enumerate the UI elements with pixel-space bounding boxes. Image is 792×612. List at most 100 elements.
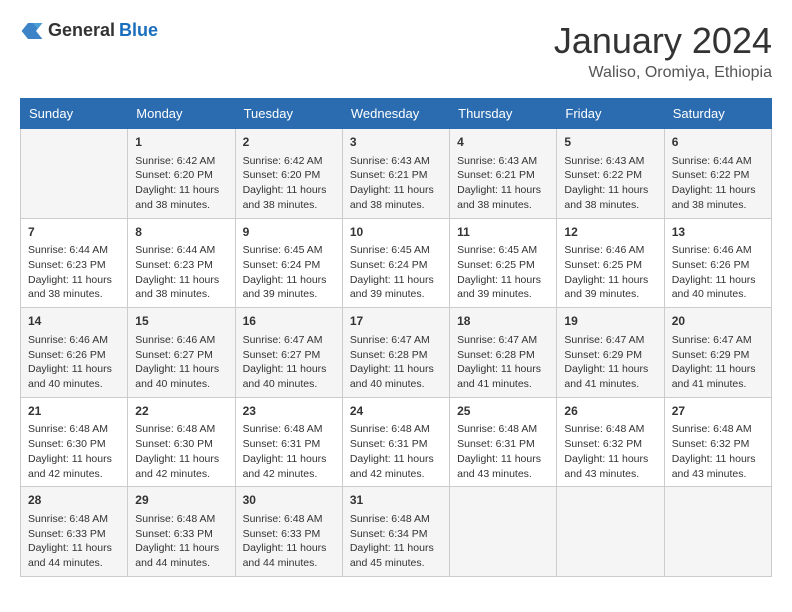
day-info: Sunrise: 6:46 AM Sunset: 6:27 PM Dayligh… bbox=[135, 333, 227, 392]
day-info: Sunrise: 6:48 AM Sunset: 6:33 PM Dayligh… bbox=[135, 512, 227, 571]
day-number: 26 bbox=[564, 403, 656, 420]
logo-icon bbox=[20, 21, 44, 41]
logo-general: General bbox=[48, 20, 115, 41]
calendar-cell: 8 Sunrise: 6:44 AM Sunset: 6:23 PM Daylig… bbox=[128, 218, 235, 308]
calendar-table: SundayMondayTuesdayWednesdayThursdayFrid… bbox=[20, 98, 772, 577]
day-info: Sunrise: 6:47 AM Sunset: 6:29 PM Dayligh… bbox=[672, 333, 764, 392]
calendar-week-row: 1 Sunrise: 6:42 AM Sunset: 6:20 PM Daylig… bbox=[21, 129, 772, 219]
location-title: Waliso, Oromiya, Ethiopia bbox=[554, 64, 772, 82]
logo-blue: Blue bbox=[119, 20, 158, 41]
calendar-cell: 12 Sunrise: 6:46 AM Sunset: 6:25 PM Dayli… bbox=[557, 218, 664, 308]
day-number: 16 bbox=[243, 313, 335, 330]
title-block: January 2024 Waliso, Oromiya, Ethiopia bbox=[554, 20, 772, 82]
day-number: 1 bbox=[135, 134, 227, 151]
day-number: 12 bbox=[564, 224, 656, 241]
day-info: Sunrise: 6:46 AM Sunset: 6:25 PM Dayligh… bbox=[564, 243, 656, 302]
col-header-sunday: Sunday bbox=[21, 99, 128, 129]
day-number: 28 bbox=[28, 492, 120, 509]
page-header: GeneralBlue January 2024 Waliso, Oromiya… bbox=[20, 20, 772, 82]
day-number: 15 bbox=[135, 313, 227, 330]
calendar-cell: 5 Sunrise: 6:43 AM Sunset: 6:22 PM Daylig… bbox=[557, 129, 664, 219]
day-info: Sunrise: 6:42 AM Sunset: 6:20 PM Dayligh… bbox=[243, 154, 335, 213]
day-number: 23 bbox=[243, 403, 335, 420]
day-info: Sunrise: 6:44 AM Sunset: 6:22 PM Dayligh… bbox=[672, 154, 764, 213]
day-info: Sunrise: 6:47 AM Sunset: 6:29 PM Dayligh… bbox=[564, 333, 656, 392]
day-info: Sunrise: 6:48 AM Sunset: 6:31 PM Dayligh… bbox=[350, 422, 442, 481]
calendar-cell: 15 Sunrise: 6:46 AM Sunset: 6:27 PM Dayli… bbox=[128, 308, 235, 398]
month-title: January 2024 bbox=[554, 20, 772, 62]
day-info: Sunrise: 6:44 AM Sunset: 6:23 PM Dayligh… bbox=[28, 243, 120, 302]
day-info: Sunrise: 6:48 AM Sunset: 6:33 PM Dayligh… bbox=[28, 512, 120, 571]
calendar-body: 1 Sunrise: 6:42 AM Sunset: 6:20 PM Daylig… bbox=[21, 129, 772, 577]
col-header-wednesday: Wednesday bbox=[342, 99, 449, 129]
day-info: Sunrise: 6:48 AM Sunset: 6:31 PM Dayligh… bbox=[243, 422, 335, 481]
day-number: 18 bbox=[457, 313, 549, 330]
day-info: Sunrise: 6:43 AM Sunset: 6:21 PM Dayligh… bbox=[350, 154, 442, 213]
calendar-cell bbox=[21, 129, 128, 219]
day-number: 13 bbox=[672, 224, 764, 241]
day-info: Sunrise: 6:48 AM Sunset: 6:30 PM Dayligh… bbox=[135, 422, 227, 481]
day-number: 17 bbox=[350, 313, 442, 330]
calendar-cell: 20Sunrise: 6:47 AM Sunset: 6:29 PM Dayli… bbox=[664, 308, 771, 398]
day-number: 14 bbox=[28, 313, 120, 330]
day-number: 27 bbox=[672, 403, 764, 420]
calendar-week-row: 7 Sunrise: 6:44 AM Sunset: 6:23 PM Daylig… bbox=[21, 218, 772, 308]
calendar-cell: 11Sunrise: 6:45 AM Sunset: 6:25 PM Dayli… bbox=[450, 218, 557, 308]
day-number: 29 bbox=[135, 492, 227, 509]
calendar-cell bbox=[557, 487, 664, 577]
calendar-cell: 14 Sunrise: 6:46 AM Sunset: 6:26 PM Dayli… bbox=[21, 308, 128, 398]
day-number: 31 bbox=[350, 492, 442, 509]
calendar-cell: 7 Sunrise: 6:44 AM Sunset: 6:23 PM Daylig… bbox=[21, 218, 128, 308]
calendar-cell: 24 Sunrise: 6:48 AM Sunset: 6:31 PM Dayli… bbox=[342, 397, 449, 487]
day-number: 24 bbox=[350, 403, 442, 420]
calendar-cell: 16 Sunrise: 6:47 AM Sunset: 6:27 PM Dayli… bbox=[235, 308, 342, 398]
calendar-cell: 21 Sunrise: 6:48 AM Sunset: 6:30 PM Dayli… bbox=[21, 397, 128, 487]
calendar-cell: 23 Sunrise: 6:48 AM Sunset: 6:31 PM Dayli… bbox=[235, 397, 342, 487]
day-number: 11 bbox=[457, 224, 549, 241]
day-info: Sunrise: 6:47 AM Sunset: 6:28 PM Dayligh… bbox=[350, 333, 442, 392]
calendar-cell: 30 Sunrise: 6:48 AM Sunset: 6:33 PM Dayli… bbox=[235, 487, 342, 577]
calendar-header-row: SundayMondayTuesdayWednesdayThursdayFrid… bbox=[21, 99, 772, 129]
day-info: Sunrise: 6:48 AM Sunset: 6:32 PM Dayligh… bbox=[564, 422, 656, 481]
calendar-cell: 18 Sunrise: 6:47 AM Sunset: 6:28 PM Dayli… bbox=[450, 308, 557, 398]
calendar-cell: 25Sunrise: 6:48 AM Sunset: 6:31 PM Dayli… bbox=[450, 397, 557, 487]
day-number: 30 bbox=[243, 492, 335, 509]
day-number: 19 bbox=[564, 313, 656, 330]
calendar-week-row: 14 Sunrise: 6:46 AM Sunset: 6:26 PM Dayli… bbox=[21, 308, 772, 398]
day-info: Sunrise: 6:42 AM Sunset: 6:20 PM Dayligh… bbox=[135, 154, 227, 213]
day-number: 7 bbox=[28, 224, 120, 241]
calendar-cell: 27 Sunrise: 6:48 AM Sunset: 6:32 PM Dayli… bbox=[664, 397, 771, 487]
calendar-cell: 9Sunrise: 6:45 AM Sunset: 6:24 PM Daylig… bbox=[235, 218, 342, 308]
day-info: Sunrise: 6:47 AM Sunset: 6:28 PM Dayligh… bbox=[457, 333, 549, 392]
day-info: Sunrise: 6:46 AM Sunset: 6:26 PM Dayligh… bbox=[28, 333, 120, 392]
calendar-cell: 28 Sunrise: 6:48 AM Sunset: 6:33 PM Dayli… bbox=[21, 487, 128, 577]
day-info: Sunrise: 6:43 AM Sunset: 6:22 PM Dayligh… bbox=[564, 154, 656, 213]
calendar-cell: 4Sunrise: 6:43 AM Sunset: 6:21 PM Daylig… bbox=[450, 129, 557, 219]
day-info: Sunrise: 6:44 AM Sunset: 6:23 PM Dayligh… bbox=[135, 243, 227, 302]
calendar-cell: 10Sunrise: 6:45 AM Sunset: 6:24 PM Dayli… bbox=[342, 218, 449, 308]
day-number: 3 bbox=[350, 134, 442, 151]
col-header-monday: Monday bbox=[128, 99, 235, 129]
day-number: 21 bbox=[28, 403, 120, 420]
day-number: 22 bbox=[135, 403, 227, 420]
day-info: Sunrise: 6:48 AM Sunset: 6:33 PM Dayligh… bbox=[243, 512, 335, 571]
calendar-week-row: 21 Sunrise: 6:48 AM Sunset: 6:30 PM Dayli… bbox=[21, 397, 772, 487]
day-number: 2 bbox=[243, 134, 335, 151]
calendar-cell: 1 Sunrise: 6:42 AM Sunset: 6:20 PM Daylig… bbox=[128, 129, 235, 219]
day-number: 8 bbox=[135, 224, 227, 241]
calendar-cell bbox=[450, 487, 557, 577]
day-info: Sunrise: 6:48 AM Sunset: 6:32 PM Dayligh… bbox=[672, 422, 764, 481]
day-info: Sunrise: 6:45 AM Sunset: 6:24 PM Dayligh… bbox=[243, 243, 335, 302]
logo: GeneralBlue bbox=[20, 20, 158, 41]
day-number: 10 bbox=[350, 224, 442, 241]
calendar-cell: 31Sunrise: 6:48 AM Sunset: 6:34 PM Dayli… bbox=[342, 487, 449, 577]
calendar-week-row: 28 Sunrise: 6:48 AM Sunset: 6:33 PM Dayli… bbox=[21, 487, 772, 577]
calendar-cell: 19 Sunrise: 6:47 AM Sunset: 6:29 PM Dayli… bbox=[557, 308, 664, 398]
day-number: 5 bbox=[564, 134, 656, 151]
day-info: Sunrise: 6:46 AM Sunset: 6:26 PM Dayligh… bbox=[672, 243, 764, 302]
calendar-cell: 29 Sunrise: 6:48 AM Sunset: 6:33 PM Dayli… bbox=[128, 487, 235, 577]
col-header-tuesday: Tuesday bbox=[235, 99, 342, 129]
calendar-cell: 13 Sunrise: 6:46 AM Sunset: 6:26 PM Dayli… bbox=[664, 218, 771, 308]
day-info: Sunrise: 6:47 AM Sunset: 6:27 PM Dayligh… bbox=[243, 333, 335, 392]
day-info: Sunrise: 6:48 AM Sunset: 6:30 PM Dayligh… bbox=[28, 422, 120, 481]
